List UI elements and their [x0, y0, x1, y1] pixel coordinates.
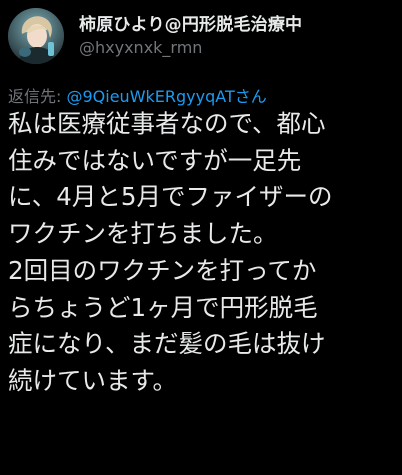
tweet-body-line: 私は医療従事者なので、都心 — [8, 109, 326, 138]
tweet-body-line: 住みではないですが一足先 — [8, 145, 302, 175]
reply-to-prefix: 返信先: — [8, 87, 67, 106]
tweet: 柿原ひより@円形脱毛治療中 @hxyxnxk_rmn 返信先: @9QieuWk… — [0, 0, 402, 475]
author-handle[interactable]: @hxyxnxk_rmn — [79, 38, 202, 57]
tweet-body-line: 続けています。 — [8, 365, 178, 395]
tweet-body-line: 2回目のワクチンを打ってか — [8, 255, 317, 285]
tweet-body-line: らちょうど1ヶ月で円形脱毛 — [8, 292, 318, 322]
author-display-name[interactable]: 柿原ひより@円形脱毛治療中 — [79, 10, 302, 35]
tweet-body-line: ワクチンを打ちました。 — [8, 219, 278, 249]
tweet-body-line: 症になり、まだ髪の毛は抜け — [8, 329, 326, 359]
reply-to-line: 返信先: @9QieuWkERgyyqATさん — [8, 83, 267, 107]
avatar-photo-icon — [8, 8, 64, 64]
tweet-body-line: に、4月と5月でファイザーの — [8, 182, 333, 212]
avatar[interactable] — [8, 8, 64, 64]
reply-to-mention-link[interactable]: @9QieuWkERgyyqATさん — [66, 87, 266, 106]
tweet-body: 私は医療従事者なので、都心 住みではないですが一足先 に、4月と5月でファイザー… — [8, 106, 400, 400]
